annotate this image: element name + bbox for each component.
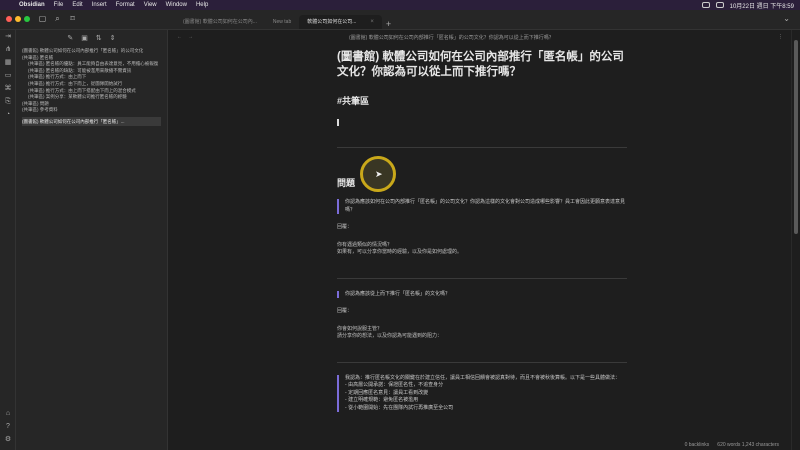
menubar: Obsidian File Edit Insert Format View Wi… [0, 0, 800, 10]
menu-view[interactable]: View [144, 2, 157, 8]
minimize-window-button[interactable] [15, 16, 21, 22]
new-tab-icon[interactable]: + [386, 19, 391, 29]
file-tree-item[interactable]: (共筆區) 推行方式：由下而上，從團隊開始試行 [22, 81, 161, 88]
tab-label: 軟體公司如何在公司... [307, 19, 357, 25]
answer-text-1[interactable]: 你有遇過類似的情況嗎？ 如果有，可以分享你當時的經驗，以及你是如何處理的。 [337, 242, 627, 257]
close-tab-icon[interactable]: × [370, 15, 374, 29]
editor-header: ← → (圖書館) 軟體公司如何在公司內部推行「匿名帳」的公司文化？你認為可以從… [169, 30, 791, 44]
settings-gear-icon[interactable]: ⚙ [0, 433, 16, 446]
list-item: - 由高層公開承諾：保證匿名性，不追查身分 [345, 382, 444, 388]
answer-body-1: 如果有，可以分享你當時的經驗，以及你是如何處理的。 [337, 249, 463, 255]
file-tree-item[interactable]: (共筆區) 匿名帳的優點：員工能夠自由表達意見，不用擔心被報復 [22, 61, 161, 68]
file-explorer-toolbar: ✎ ▣ ⇅ ⇕ [16, 30, 167, 46]
file-tree-item[interactable]: (圖書館) 軟體公司如何在公司內部推行「匿名帳」... [22, 116, 161, 126]
forward-arrow-icon[interactable]: → [188, 34, 193, 40]
zoom-window-button[interactable] [24, 16, 30, 22]
editor-pane: ← → (圖書館) 軟體公司如何在公司內部推行「匿名帳」的公司文化？你認為可以從… [169, 30, 791, 450]
sort-icon[interactable]: ⇅ [96, 34, 102, 42]
tab-list-chevron-icon[interactable]: ⌄ [783, 14, 790, 23]
menu-file[interactable]: File [54, 2, 64, 8]
answer-question-1: 你有遇過類似的情況嗎？ [337, 241, 393, 248]
menu-help[interactable]: Help [196, 2, 208, 8]
file-tree-item[interactable]: (共筆區) 問題 [22, 101, 161, 108]
tab-label: (圖書館) 軟體公司如何在公司內... [183, 19, 257, 25]
status-bar: 0 backlinks 620 words 1,243 characters [685, 442, 779, 448]
menubar-clock[interactable]: 10月22日 週日 下午8:59 [730, 1, 794, 10]
file-tree: (圖書館) 軟體公司如何在公司內部推行「匿名帳」的公司文化 (共筆區) 匿名帳 (共… [16, 46, 167, 128]
menu-format[interactable]: Format [116, 2, 135, 8]
collapse-all-icon[interactable]: ⇕ [110, 34, 116, 42]
menubar-status-area: 10月22日 週日 下午8:59 [701, 1, 794, 10]
list-item: - 建立明確規範：避免匿名被濫用 [345, 397, 419, 403]
mouse-pointer-icon: ➤ [375, 169, 383, 179]
scrollbar-thumb[interactable] [794, 40, 798, 234]
blockquote-q3[interactable]: 我認為：推行匿名帳文化的關鍵在於建立信任，讓員工相信回饋會被認真對待，而且不會被… [337, 374, 627, 412]
titlebar-icons: ▢ ⌕ ⌑ [38, 14, 77, 23]
breadcrumb[interactable]: (圖書館) 軟體公司如何在公司內部推行「匿名帳」的公司文化？你認為可以從上而下推… [349, 34, 554, 41]
word-count[interactable]: 620 words 1,243 characters [717, 442, 779, 448]
tab-library-note[interactable]: (圖書館) 軟體公司如何在公司內... [175, 15, 265, 29]
file-tree-item[interactable]: (共筆區) 推行方式：由上而下 [22, 74, 161, 81]
blockquote-q3-intro: 我認為：推行匿名帳文化的關鍵在於建立信任，讓員工相信回饋會被認真對待，而且不會被… [345, 374, 621, 381]
wifi-icon[interactable] [701, 2, 710, 8]
back-arrow-icon[interactable]: ← [177, 34, 182, 40]
menu-edit[interactable]: Edit [72, 2, 82, 8]
list-item: - 定期回應匿名意見：讓員工看到改變 [345, 389, 429, 396]
heading-shared-notes[interactable]: #共筆區 [337, 94, 627, 107]
window-controls [6, 16, 30, 22]
left-ribbon: ⇥ ⋔ ▦ ▭ ⌘ ⎘ ◔ ⌂ ? ⚙ [0, 30, 16, 450]
file-explorer-sidebar: ✎ ▣ ⇅ ⇕ (圖書館) 軟體公司如何在公司內部推行「匿名帳」的公司文化 (共筆… [16, 30, 168, 450]
answer-text-2[interactable]: 你會如何說服主管？ 請分享你的想法，以及你認為可能遇到的阻力： [337, 326, 627, 341]
titlebar: ▢ ⌕ ⌑ (圖書館) 軟體公司如何在公司內... New tab 軟體公司如何… [0, 10, 800, 30]
command-palette-icon[interactable]: ⌘ [0, 82, 16, 95]
horizontal-rule [337, 361, 627, 363]
blockquote-q1[interactable]: 你認為應該如何在公司內部推行「匿名帳」的公司文化？你認為這樣的文化會對公司造成哪… [337, 199, 627, 214]
ribbon-bottom: ⌂ ? ⚙ [0, 407, 16, 446]
new-folder-icon[interactable]: ▣ [81, 34, 88, 42]
file-tree-item[interactable]: (共筆區) 參考資料 [22, 107, 161, 114]
file-tree-item[interactable]: (共筆區) 案例分享：某軟體公司推行匿名帳的經驗 [22, 94, 161, 101]
daily-note-icon[interactable]: ▭ [0, 69, 16, 82]
answer-body-2: 請分享你的想法，以及你認為可能遇到的阻力： [337, 333, 443, 339]
obsidian-window: ▢ ⌕ ⌑ (圖書館) 軟體公司如何在公司內... New tab 軟體公司如何… [0, 10, 800, 450]
graph-view-icon[interactable]: ⋔ [0, 43, 16, 56]
audio-recorder-icon[interactable]: ◔ [0, 108, 16, 121]
new-note-icon[interactable]: ✎ [67, 34, 73, 42]
menu-app-name[interactable]: Obsidian [19, 2, 45, 8]
text-cursor [337, 119, 339, 126]
tab-new-tab[interactable]: New tab [265, 15, 299, 29]
horizontal-rule [337, 147, 627, 148]
menu-window[interactable]: Window [166, 2, 187, 8]
templates-icon[interactable]: ⎘ [0, 95, 16, 108]
open-quick-switcher-icon[interactable]: ⇥ [0, 30, 16, 43]
bookmark-icon[interactable]: ⌑ [68, 14, 77, 23]
file-tree-item[interactable]: (圖書館) 軟體公司如何在公司內部推行「匿名帳」的公司文化 [22, 48, 161, 55]
search-icon[interactable]: ⌕ [53, 14, 62, 23]
tab-bar: (圖書館) 軟體公司如何在公司內... New tab 軟體公司如何在公司...… [175, 13, 391, 29]
file-tree-item[interactable]: (共筆區) 匿名帳的缺點：可能被濫用來散播不實資訊 [22, 68, 161, 75]
answer-label-1[interactable]: 回覆： [337, 224, 627, 232]
battery-icon[interactable] [715, 2, 724, 8]
canvas-icon[interactable]: ▦ [0, 56, 16, 69]
note-content[interactable]: (圖書館) 軟體公司如何在公司內部推行「匿名帳」的公司文化？你認為可以從上而下推… [337, 50, 627, 412]
editor-scrollbar[interactable] [791, 30, 800, 450]
horizontal-rule [337, 277, 627, 279]
more-options-icon[interactable]: ⋮ [778, 34, 783, 40]
file-tree-item[interactable]: (共筆區) 匿名帳 [22, 55, 161, 62]
close-window-button[interactable] [6, 16, 12, 22]
help-icon[interactable]: ? [0, 420, 16, 433]
tab-label: New tab [272, 19, 292, 25]
list-item: - 從小範圍開始：先在團隊內試行再推廣至全公司 [345, 404, 454, 411]
folder-icon[interactable]: ▢ [38, 14, 47, 23]
file-tree-item[interactable]: (共筆區) 推行方式：由上而下搭配由下而上的混合模式 [22, 88, 161, 95]
tab-active-note[interactable]: 軟體公司如何在公司... × [299, 15, 382, 29]
answer-label-2[interactable]: 回覆： [337, 308, 627, 316]
answer-question-2: 你會如何說服主管？ [337, 325, 383, 332]
note-title[interactable]: (圖書館) 軟體公司如何在公司內部推行「匿名帳」的公司文化？你認為可以從上而下推… [337, 50, 627, 80]
backlinks-count[interactable]: 0 backlinks [685, 442, 710, 448]
vault-switcher-icon[interactable]: ⌂ [0, 407, 16, 420]
blockquote-q2[interactable]: 你認為應該從上而下推行「匿名帳」的文化嗎？ [337, 290, 627, 298]
menu-insert[interactable]: Insert [92, 2, 107, 8]
